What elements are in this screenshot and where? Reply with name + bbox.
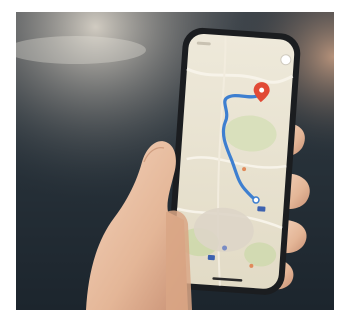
map-road-sign bbox=[257, 206, 266, 212]
photo-illustration bbox=[16, 12, 334, 310]
photo-frame bbox=[16, 12, 334, 310]
compass-button[interactable] bbox=[280, 54, 292, 66]
map-start-marker bbox=[252, 196, 260, 204]
photo-scene bbox=[0, 0, 346, 322]
